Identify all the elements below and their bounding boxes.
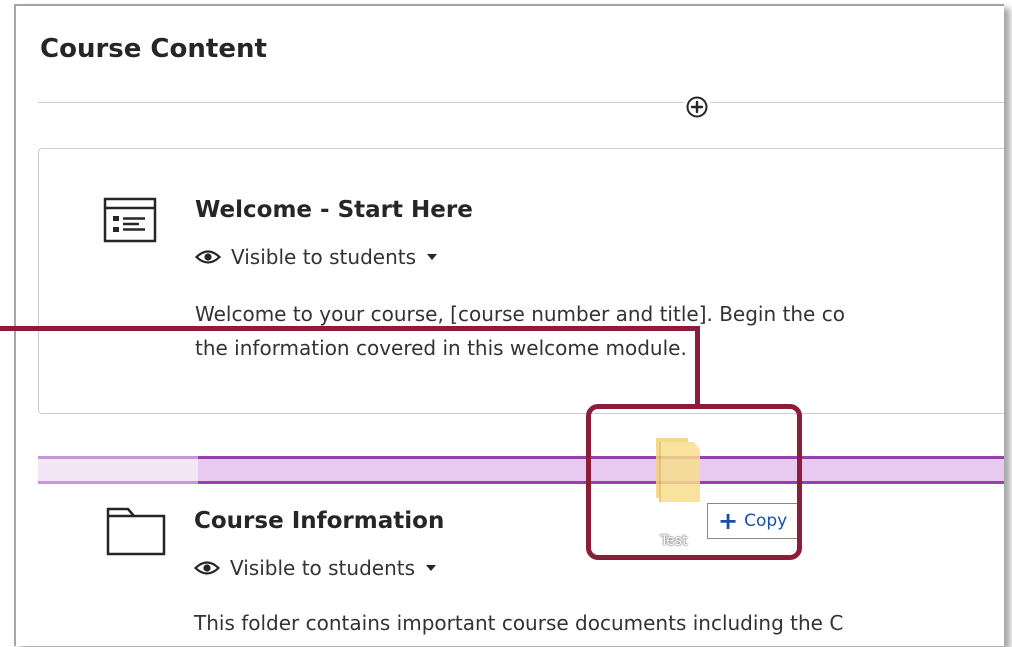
item-title-link[interactable]: Course Information <box>194 508 444 534</box>
item-title-link[interactable]: Welcome - Start Here <box>195 197 473 223</box>
folder-icon <box>106 507 166 556</box>
add-content-button[interactable] <box>684 94 710 120</box>
eye-icon <box>195 250 221 264</box>
drop-target-indicator-start <box>38 456 198 484</box>
visibility-dropdown[interactable]: Visible to students <box>194 556 437 580</box>
item-description: This folder contains important course do… <box>194 606 843 640</box>
caret-down-icon <box>427 254 437 260</box>
content-item-card: Welcome - Start Here Visible to students… <box>38 148 1004 414</box>
callout-line <box>695 326 700 408</box>
visibility-label: Visible to students <box>231 245 416 269</box>
plus-circle-icon <box>686 96 708 118</box>
course-content-panel: Course Content Welcome - Start Here Visi… <box>14 4 1004 646</box>
caret-down-icon <box>426 565 436 571</box>
callout-highlight-box <box>586 404 802 560</box>
callout-line <box>0 326 700 331</box>
item-description: Welcome to your course, [course number a… <box>195 297 845 365</box>
page-title: Course Content <box>40 34 267 64</box>
learning-module-icon <box>103 197 157 243</box>
description-line: This folder contains important course do… <box>194 611 844 635</box>
divider <box>38 102 1004 103</box>
eye-icon <box>194 561 220 575</box>
description-line: the information covered in this welcome … <box>195 336 687 360</box>
visibility-label: Visible to students <box>230 556 415 580</box>
visibility-dropdown[interactable]: Visible to students <box>195 245 438 269</box>
